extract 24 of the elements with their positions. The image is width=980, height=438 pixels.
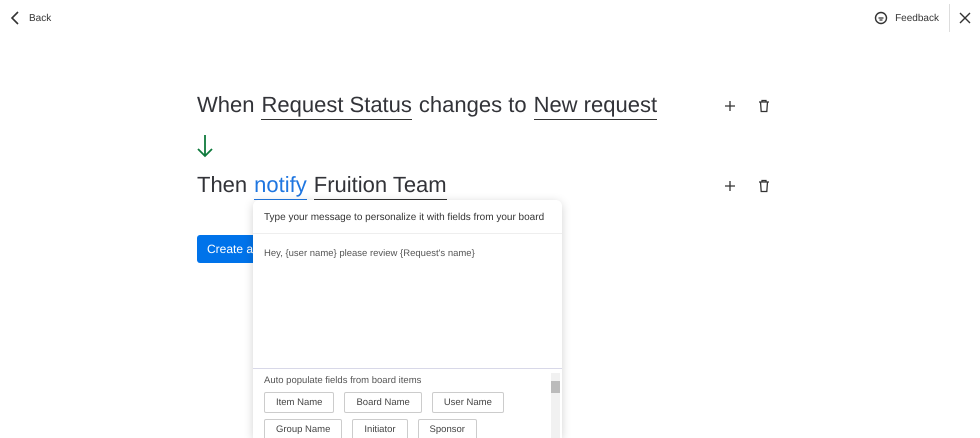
rule-field[interactable]: New request [534, 92, 658, 120]
feedback-button[interactable]: Feedback [874, 11, 939, 25]
down-arrow-icon [197, 134, 213, 158]
message-field[interactable]: Hey, {user name} please review {Request's name} [253, 234, 562, 369]
back-icon [10, 11, 20, 25]
back-button[interactable]: Back [10, 11, 52, 25]
chat-bubble-icon [874, 11, 888, 25]
field-chip[interactable]: Board Name [344, 392, 422, 413]
field-chip[interactable]: Item Name [264, 392, 334, 413]
plus-icon [724, 100, 736, 112]
field-chip[interactable]: Sponsor [418, 419, 477, 438]
scrollbar[interactable] [551, 373, 560, 438]
field-chip[interactable]: Group Name [264, 419, 342, 438]
fields-title: Auto populate fields from board items [264, 375, 422, 386]
trash-icon [758, 179, 770, 193]
rule-text: Then [197, 172, 248, 199]
rule-text: changes to [418, 92, 527, 119]
rule-text: When [197, 92, 254, 119]
field-chip[interactable]: Initiator [352, 419, 408, 438]
trash-icon [758, 99, 770, 113]
close-icon [959, 12, 971, 24]
plus-icon [724, 180, 736, 192]
field-chip[interactable]: User Name [432, 392, 504, 413]
rule-field[interactable]: Request Status [261, 92, 412, 120]
